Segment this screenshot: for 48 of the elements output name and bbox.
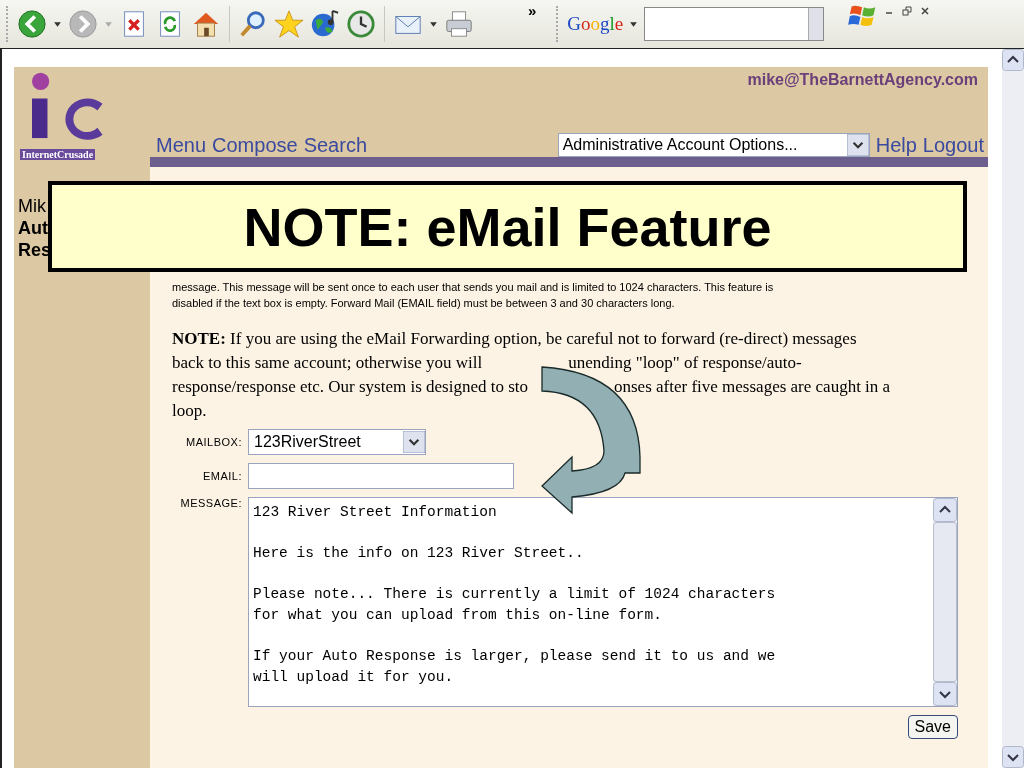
search-logo[interactable]: Google bbox=[567, 13, 624, 35]
logo-drawing: InternetCrusade bbox=[14, 67, 142, 159]
note-text: onses after five messages are caught in a bbox=[614, 376, 891, 398]
message-field[interactable]: 123 River Street Information Here is the info on 123 River Street.. Please note... There is currently a limit of 1024 characters for what you can upload from this on-line form. If your Auto Response is larger, please send it to us and we will upload it for you. bbox=[248, 497, 958, 707]
note-text: response/response etc. Our system is designed to sto bbox=[172, 376, 528, 398]
scroll-up-button[interactable] bbox=[1002, 49, 1024, 71]
dropdown-icon[interactable] bbox=[53, 19, 62, 29]
field-label: MAILBOX: bbox=[185, 436, 242, 448]
scroll-thumb[interactable] bbox=[933, 522, 957, 682]
field-label: MESSAGE: bbox=[179, 497, 242, 509]
globe-icon[interactable] bbox=[310, 9, 340, 39]
nav-link[interactable]: Help bbox=[875, 133, 917, 157]
account-email: mike@TheBarnettAgency.com bbox=[746, 71, 979, 89]
scroll-up-button[interactable] bbox=[933, 498, 957, 522]
options-dropdown[interactable]: Administrative Account Options... bbox=[557, 133, 870, 157]
help-text: disabled if the text box is empty. Forward Mail (EMAIL field) must be between 3 and 30 characters long. bbox=[172, 296, 676, 311]
history-icon[interactable] bbox=[346, 9, 376, 39]
field-label: EMAIL: bbox=[201, 470, 242, 482]
dropdown-arrow-icon[interactable] bbox=[846, 134, 869, 156]
mailbox-dropdown[interactable]: 123RiverStreet bbox=[248, 429, 426, 455]
sidebar-text: Aut bbox=[17, 217, 49, 239]
star-icon[interactable] bbox=[274, 9, 304, 39]
search-icon[interactable] bbox=[238, 9, 268, 39]
save-button[interactable]: Save bbox=[907, 715, 958, 739]
email-field[interactable] bbox=[248, 463, 514, 489]
nav-link[interactable]: Logout bbox=[922, 133, 984, 157]
note-callout: NOTE: eMail Feature bbox=[48, 181, 967, 272]
more-button[interactable]: » bbox=[528, 2, 537, 19]
nav-link[interactable]: Compose bbox=[212, 133, 298, 157]
back-icon[interactable] bbox=[17, 9, 47, 39]
note-text: unending "loop" of response/auto- bbox=[568, 352, 802, 374]
sidebar-text: Mik bbox=[17, 195, 47, 217]
dropdown-icon[interactable] bbox=[629, 19, 639, 29]
close-icon[interactable] bbox=[920, 6, 931, 16]
dropdown-arrow-icon[interactable] bbox=[403, 431, 425, 453]
page-scrollbar[interactable] bbox=[1002, 49, 1024, 768]
scroll-down-button[interactable] bbox=[1002, 746, 1024, 768]
nav-link[interactable]: Menu bbox=[156, 133, 207, 157]
note-text: loop. bbox=[172, 400, 207, 422]
help-text: message. This message will be sent once to each user that sends you mail and is limited to 1024 characters. This feature is bbox=[172, 280, 775, 295]
restore-icon[interactable] bbox=[902, 6, 913, 16]
scroll-down-button[interactable] bbox=[933, 682, 957, 706]
printer-icon[interactable] bbox=[444, 9, 474, 39]
note-text: back to this same account; otherwise you will bbox=[172, 352, 483, 374]
nav-link[interactable]: Search bbox=[303, 133, 367, 157]
search-field[interactable] bbox=[644, 7, 825, 41]
note-text: NOTE: If you are using the eMail Forwarding option, be careful not to forward (re-direct) messages bbox=[172, 328, 857, 350]
dropdown-icon[interactable] bbox=[429, 19, 438, 29]
